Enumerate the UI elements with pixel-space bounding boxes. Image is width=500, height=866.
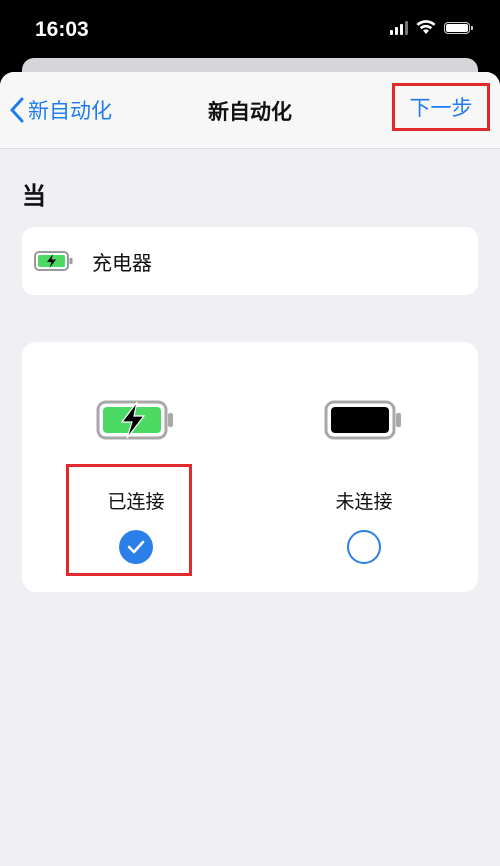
status-icons bbox=[390, 20, 473, 35]
option-connected-label: 已连接 bbox=[107, 491, 165, 513]
status-time: 16:03 bbox=[35, 18, 89, 41]
next-button[interactable]: 下一步 bbox=[392, 83, 490, 131]
checkmark-selected-icon[interactable] bbox=[119, 530, 153, 564]
option-not-connected[interactable]: 未连接 bbox=[250, 342, 478, 592]
trigger-card[interactable]: 充电器 bbox=[22, 227, 478, 295]
cellular-signal-icon bbox=[390, 20, 408, 35]
radio-unselected-icon[interactable] bbox=[347, 530, 381, 564]
automation-sheet: 新自动化 新自动化 下一步 当 充电器 已连接 未连接 bbox=[0, 72, 500, 866]
trigger-label: 充电器 bbox=[92, 251, 152, 275]
charger-options-card: 已连接 未连接 bbox=[22, 342, 478, 592]
option-connected[interactable]: 已连接 bbox=[22, 342, 250, 592]
battery-icon bbox=[324, 400, 401, 440]
next-button-label: 下一步 bbox=[409, 96, 473, 120]
section-header-when: 当 bbox=[22, 182, 46, 210]
navigation-bar: 新自动化 新自动化 下一步 bbox=[0, 72, 500, 149]
battery-status-icon bbox=[444, 21, 473, 34]
status-bar: 16:03 bbox=[0, 0, 500, 60]
charging-battery-icon bbox=[96, 400, 173, 440]
wifi-icon bbox=[416, 20, 436, 34]
charging-battery-icon bbox=[34, 251, 73, 271]
option-not-connected-label: 未连接 bbox=[335, 491, 393, 513]
